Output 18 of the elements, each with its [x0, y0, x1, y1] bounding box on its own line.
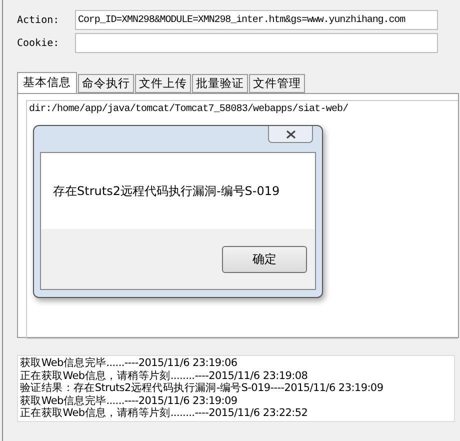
tab[interactable]: 文件管理 — [249, 74, 305, 93]
text-field[interactable]: Corp_ID=XMN298&MODULE=XMN298_inter.htm&gs=www.yunzhihang.com — [75, 10, 438, 30]
log-line: 正在获取Web信息，请稍等片刻........----2015/11/6 23:22:52 — [20, 407, 309, 420]
text-field[interactable] — [75, 33, 438, 53]
log-line: 正在获取Web信息，请稍等片刻........----2015/11/6 23:19:08 — [20, 370, 309, 382]
tab[interactable]: 基本信息 — [17, 72, 77, 93]
close-button[interactable] — [268, 126, 313, 143]
ok-button[interactable]: 确定 — [222, 246, 307, 272]
field-label: Cookie: — [17, 38, 60, 48]
log-line: 获取Web信息完毕......----2015/11/6 23:19:09 — [20, 394, 238, 407]
log-line: 获取Web信息完毕......----2015/11/6 23:19:06 — [20, 357, 238, 370]
field-label: Action: — [17, 14, 60, 26]
tab[interactable]: 命令执行 — [78, 74, 134, 93]
tab[interactable]: 文件上传 — [135, 74, 191, 93]
close-icon — [286, 130, 296, 138]
log-line: 验证结果：存在Struts2远程代码执行漏洞-编号S-019----2015/11/6 23:19:09 — [20, 382, 384, 394]
dialog-message: 存在Struts2远程代码执行漏洞-编号S-019 — [53, 182, 280, 200]
tab[interactable]: 批量验证 — [192, 74, 248, 93]
